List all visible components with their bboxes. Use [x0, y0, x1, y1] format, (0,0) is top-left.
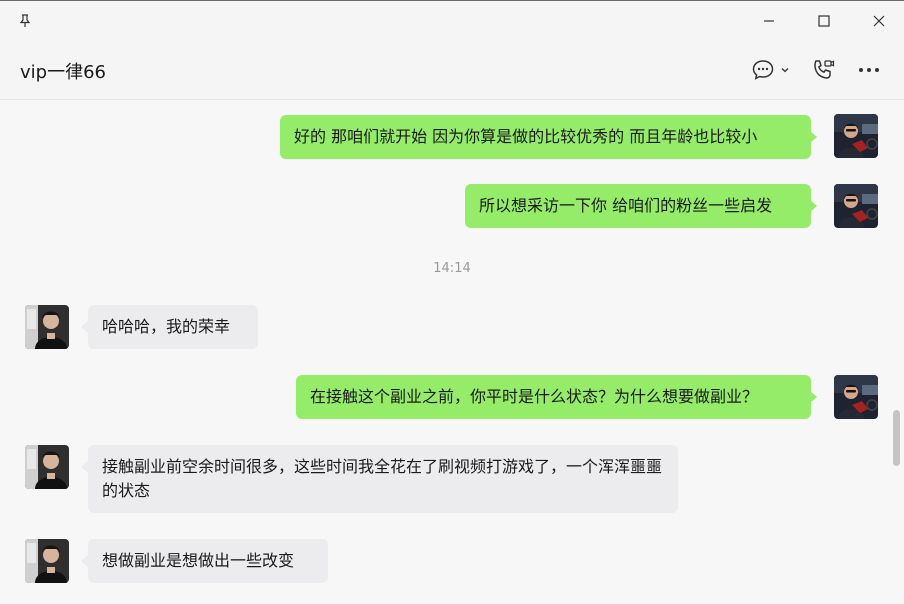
phone-video-icon — [814, 60, 835, 79]
scrollbar-thumb[interactable] — [893, 410, 900, 466]
bubble-tail — [81, 555, 88, 567]
minimize-button[interactable] — [754, 7, 784, 35]
bubble-tail — [810, 200, 817, 212]
chat-history-button[interactable] — [749, 56, 793, 84]
bubble-tail — [81, 461, 88, 473]
avatar-self[interactable] — [834, 114, 878, 158]
bubble-tail — [810, 391, 817, 403]
title-bar — [0, 1, 904, 41]
close-button[interactable] — [864, 7, 894, 35]
chevron-down-icon — [781, 68, 789, 73]
chat-title: vip一律66 — [20, 62, 106, 83]
close-icon — [873, 15, 885, 27]
chat-bubble-icon — [752, 60, 774, 80]
message-bubble-incoming[interactable]: 接触副业前空余时间很多，这些时间我全花在了刷视频打游戏了，一个浑浑噩噩的状态 — [88, 445, 678, 513]
avatar-contact[interactable] — [25, 305, 69, 349]
avatar-contact[interactable] — [25, 539, 69, 583]
avatar-self[interactable] — [834, 184, 878, 228]
call-button[interactable] — [808, 56, 838, 84]
message-bubble-outgoing[interactable]: 好的 那咱们就开始 因为你算是做的比较优秀的 而且年龄也比较小 — [280, 115, 811, 159]
more-icon — [859, 68, 879, 72]
chat-header: vip一律66 — [0, 41, 904, 100]
avatar-contact[interactable] — [25, 445, 69, 489]
message-timestamp: 14:14 — [433, 261, 471, 276]
message-list[interactable]: 好的 那咱们就开始 因为你算是做的比较优秀的 而且年龄也比较小 所以想采访一下你… — [0, 100, 904, 604]
maximize-icon — [818, 15, 830, 27]
more-button[interactable] — [854, 56, 884, 84]
minimize-icon — [764, 20, 774, 22]
pin-icon — [19, 14, 31, 27]
bubble-tail — [81, 321, 88, 333]
avatar-self[interactable] — [834, 375, 878, 419]
message-bubble-outgoing[interactable]: 在接触这个副业之前，你平时是什么状态？为什么想要做副业？ — [296, 375, 811, 419]
maximize-button[interactable] — [809, 7, 839, 35]
message-bubble-incoming[interactable]: 想做副业是想做出一些改变 — [88, 539, 328, 583]
message-bubble-outgoing[interactable]: 所以想采访一下你 给咱们的粉丝一些启发 — [465, 184, 811, 228]
pin-button[interactable] — [10, 7, 40, 35]
bubble-tail — [810, 131, 817, 143]
message-bubble-incoming[interactable]: 哈哈哈，我的荣幸 — [88, 305, 258, 349]
